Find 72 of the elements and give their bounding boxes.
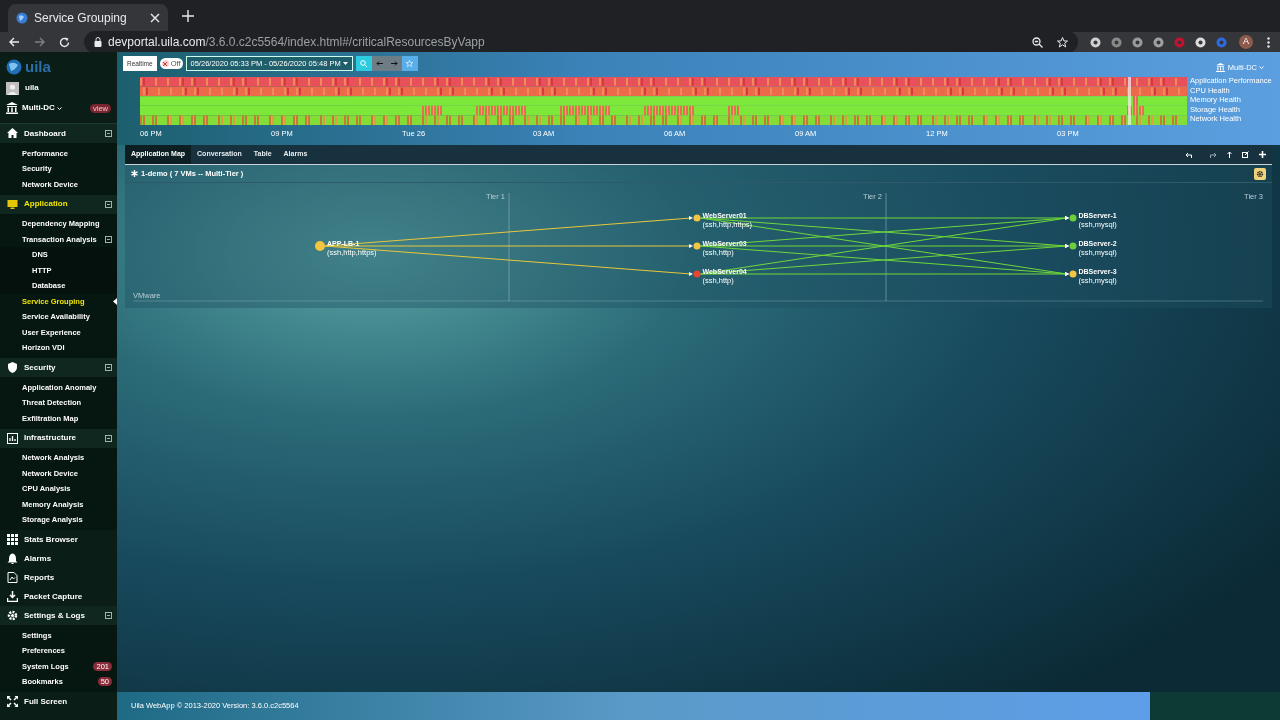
close-icon (163, 61, 168, 66)
section-icon (7, 610, 18, 621)
extension-icon[interactable] (1153, 36, 1164, 48)
avatar-icon (6, 81, 19, 95)
plus-icon[interactable] (1259, 151, 1266, 158)
node-dot[interactable] (693, 270, 701, 278)
sidebar-section[interactable]: Stats Browser (24, 533, 117, 546)
settings-icon (1256, 169, 1264, 178)
extension-icon[interactable] (1132, 36, 1143, 48)
collapse-icon[interactable] (105, 235, 112, 243)
redo-icon[interactable] (1210, 151, 1217, 158)
menu-icon[interactable] (1267, 36, 1270, 48)
node-dot[interactable] (1069, 214, 1077, 222)
collapse-icon[interactable] (105, 612, 112, 619)
zoom-button[interactable] (355, 56, 372, 71)
sidebar-section[interactable]: Full Screen (24, 695, 117, 708)
undo-icon[interactable] (1185, 151, 1192, 158)
section-icon (7, 432, 18, 444)
node-dot[interactable] (693, 242, 701, 250)
caret-icon (342, 62, 348, 65)
search-icon (360, 60, 368, 67)
caret-icon (1259, 66, 1264, 70)
section-icon (7, 128, 18, 139)
collapse-icon[interactable] (105, 364, 112, 371)
node-dot[interactable] (1069, 270, 1077, 278)
bank-icon (1215, 63, 1225, 73)
forward-icon[interactable] (34, 37, 45, 47)
url-text: devportal.uila.com/3.6.0.c2c5564/index.html#/criticalResourcesByVapp (108, 34, 486, 51)
datacenter-dropdown[interactable]: Multi-DC (22, 102, 86, 114)
collapse-icon[interactable] (105, 130, 112, 137)
export-icon[interactable] (1227, 151, 1232, 158)
user-name: uila (25, 82, 39, 94)
edit-icon[interactable] (1242, 151, 1249, 158)
star-icon (406, 60, 414, 67)
reload-icon[interactable] (59, 36, 70, 48)
node-dot[interactable] (693, 214, 701, 222)
node-dot[interactable] (315, 241, 325, 251)
section-icon (7, 591, 18, 602)
caret-icon (56, 106, 62, 110)
close-icon[interactable] (150, 13, 160, 23)
logo-text: uila (25, 56, 51, 77)
collapse-icon[interactable] (105, 434, 112, 442)
asterisk-icon (131, 170, 138, 177)
profile-avatar[interactable]: A (1239, 35, 1253, 49)
left-arrow-icon[interactable] (375, 61, 383, 66)
zoom-icon[interactable] (1032, 36, 1043, 48)
section-icon (7, 362, 18, 373)
tab-title: Service Grouping (34, 10, 128, 27)
sidebar-section[interactable]: Alarms (24, 552, 117, 565)
back-icon[interactable] (9, 37, 20, 47)
globe-icon (16, 12, 28, 24)
globe-icon (6, 59, 22, 75)
right-arrow-icon[interactable] (390, 61, 398, 66)
address-field[interactable]: devportal.uila.com/3.6.0.c2c5564/index.html#/criticalResourcesByVapp (84, 31, 1078, 53)
section-icon (7, 553, 18, 564)
new-tab-icon[interactable] (182, 10, 194, 22)
section-icon (7, 198, 18, 210)
node-dot[interactable] (1069, 242, 1077, 250)
section-icon (7, 696, 18, 707)
sidebar-section[interactable]: Reports (24, 571, 117, 584)
section-icon (7, 534, 18, 545)
bank-icon (6, 102, 18, 114)
collapse-icon[interactable] (105, 200, 112, 208)
extension-icon[interactable] (1195, 36, 1206, 48)
browser-tab[interactable]: Service Grouping (8, 4, 168, 32)
sidebar-section[interactable]: Packet Capture (24, 590, 117, 603)
lock-icon (94, 37, 102, 47)
extension-icon[interactable] (1090, 36, 1101, 48)
pointer-icon (113, 297, 117, 305)
section-icon (7, 572, 18, 583)
settings-button[interactable] (1254, 167, 1266, 180)
star-icon[interactable] (1057, 36, 1068, 48)
